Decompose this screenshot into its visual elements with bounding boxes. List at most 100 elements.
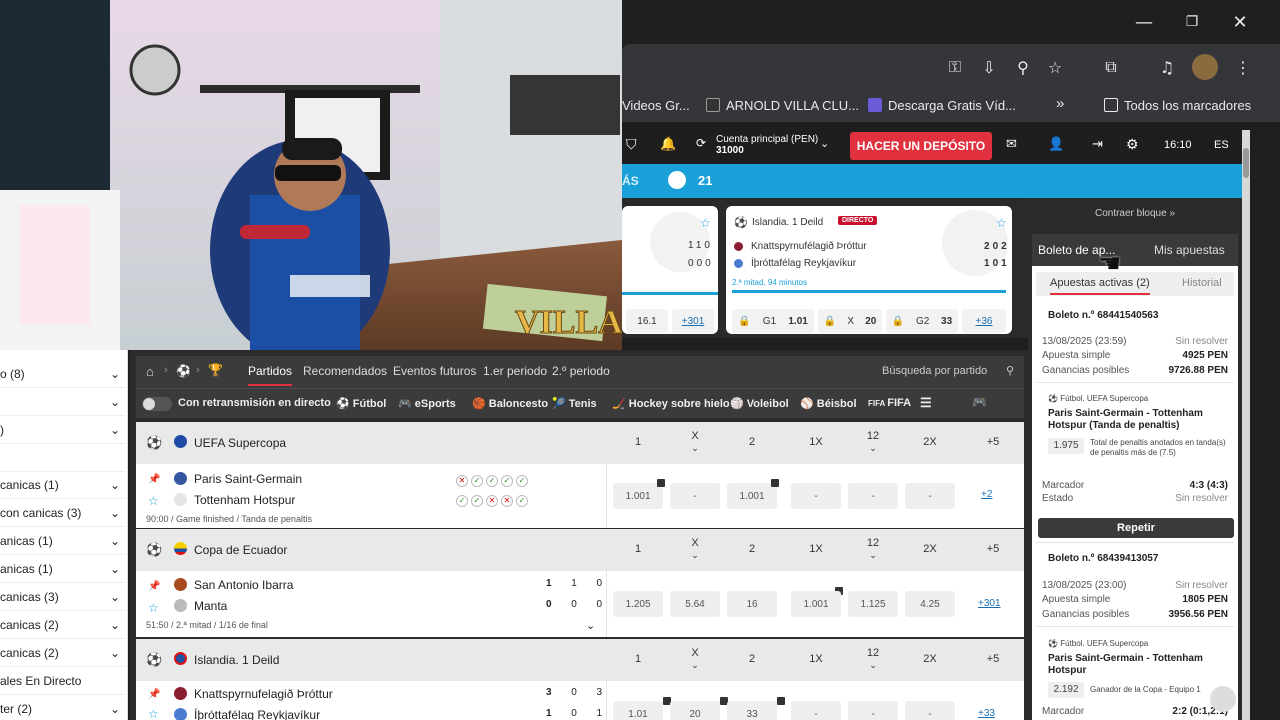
install-app-icon[interactable]: ⇩ — [978, 56, 1000, 78]
sidebar-item[interactable]: o (8) ⌄ — [0, 360, 128, 388]
chevron-down-icon[interactable]: ⌄ — [110, 590, 120, 604]
collapse-block-button[interactable]: Contraer bloque » — [1028, 208, 1242, 219]
odd-button[interactable]: 16.1 — [626, 309, 668, 333]
match-card[interactable]: ⚽ Islandia. 1 Deild DIRECTO ☆ Knattspyrn… — [726, 206, 1012, 334]
tab-active-bets[interactable]: Apuestas activas (2) — [1050, 277, 1150, 295]
pin-icon[interactable]: 📌 — [148, 474, 160, 485]
favorite-star-icon[interactable]: ☆ — [148, 601, 159, 615]
sidebar-item[interactable]: anicas (1) ⌄ — [0, 527, 128, 555]
match-row[interactable]: 📌 ☆ Knattspyrnufelagið Þróttur Íþróttafé… — [136, 681, 1024, 720]
chevron-down-icon[interactable]: ⌄ — [820, 137, 829, 150]
sidebar-item[interactable]: anicas (1) ⌄ — [0, 555, 128, 583]
more-markets-link[interactable]: +2 — [981, 489, 992, 500]
pin-icon[interactable]: 📌 — [148, 689, 160, 700]
refresh-balance-icon[interactable]: ⟳ — [696, 136, 706, 150]
odd-button[interactable]: 🔒 G2 33 — [886, 309, 958, 333]
deposit-button[interactable]: HACER UN DEPÓSITO — [850, 132, 992, 160]
sidebar-item[interactable]: ter (2) ⌄ — [0, 695, 128, 720]
odd-button-1[interactable]: 1.001 — [613, 483, 663, 509]
media-control-icon[interactable]: ♫ — [1156, 56, 1178, 78]
chat-support-button[interactable] — [1210, 686, 1236, 712]
filter-football[interactable]: ⚽ Fútbol — [336, 397, 386, 410]
pin-icon[interactable]: 📌 — [148, 581, 160, 592]
sidebar-item[interactable]: ⌄ — [0, 388, 128, 416]
profile-avatar[interactable] — [1192, 54, 1218, 80]
chevron-down-icon[interactable]: ⌄ — [110, 423, 120, 437]
tab-history[interactable]: Historial — [1182, 277, 1222, 289]
clock-time[interactable]: 16:10 — [1164, 139, 1192, 151]
close-window-button[interactable]: ✕ — [1216, 0, 1264, 44]
gamepad-icon[interactable]: 🎮 — [972, 395, 987, 409]
language-select[interactable]: ES — [1214, 139, 1229, 151]
chevron-down-icon[interactable]: ⌄ — [110, 506, 120, 520]
more-markets-link[interactable]: +36 — [962, 309, 1006, 333]
filter-ice-hockey[interactable]: 🏒 Hockey sobre hielo — [612, 397, 730, 410]
odd-button-2[interactable]: 16 — [727, 591, 777, 617]
page-scrollbar[interactable] — [1242, 130, 1250, 720]
sidebar-item[interactable]: canicas (2) ⌄ — [0, 611, 128, 639]
sidebar-item[interactable]: ) ⌄ — [0, 416, 128, 444]
extensions-icon[interactable]: ⧉ — [1100, 56, 1122, 78]
sidebar-item[interactable]: con canicas (3) ⌄ — [0, 499, 128, 527]
chevron-down-icon[interactable]: ⌄ — [110, 534, 120, 548]
match-search-input[interactable]: Búsqueda por partido ⚲ — [876, 360, 1020, 384]
odd-button[interactable]: 🔒 X 20 — [818, 309, 882, 333]
odd-button-x[interactable]: - — [670, 483, 720, 509]
live-stream-toggle[interactable] — [142, 397, 172, 411]
zoom-icon[interactable]: ⚲ — [1012, 56, 1034, 78]
sidebar-item[interactable]: canicas (3) ⌄ — [0, 583, 128, 611]
odd-button-2x[interactable]: - — [905, 483, 955, 509]
filter-basketball[interactable]: 🏀 Baloncesto — [472, 397, 548, 410]
password-key-icon[interactable]: ⚿ — [944, 56, 966, 78]
more-sports-menu[interactable]: ÁS — [622, 174, 639, 188]
settings-gear-icon[interactable]: ⚙ — [1126, 136, 1139, 153]
scrollbar-thumb[interactable] — [1243, 148, 1249, 178]
odd-button-2x[interactable]: 4.25 — [905, 591, 955, 617]
chevron-down-icon[interactable]: ⌄ — [110, 367, 120, 381]
more-markets-link[interactable]: +33 — [978, 708, 995, 719]
odd-button-2x[interactable]: - — [905, 701, 955, 720]
chevron-down-icon[interactable]: ⌄ — [110, 395, 120, 409]
odd-button-1x[interactable]: - — [791, 483, 841, 509]
more-markets-link[interactable]: +301 — [978, 598, 1001, 609]
account-balance[interactable]: Cuenta principal (PEN) 31000 — [716, 134, 818, 156]
user-icon[interactable]: 👤 — [1048, 136, 1064, 152]
odd-button-1[interactable]: 1.205 — [613, 591, 663, 617]
more-bookmarks-button[interactable]: » — [1056, 95, 1064, 112]
tab-matches[interactable]: Partidos — [248, 364, 293, 386]
odd-button-x[interactable]: 5.64 — [670, 591, 720, 617]
restore-button[interactable]: ❐ — [1168, 0, 1216, 44]
bookmark-star-icon[interactable]: ☆ — [1044, 56, 1066, 78]
chevron-down-icon[interactable]: ⌄ — [110, 646, 120, 660]
league-header[interactable]: ⚽ UEFA Supercopa 1 X ⌄ 2 1X 12 ⌄ 2X +5 — [136, 422, 1024, 464]
odd-button-x[interactable]: 20 — [670, 701, 720, 720]
odd-button[interactable]: 🔒 G1 1.01 — [732, 309, 814, 333]
more-sports-menu-icon[interactable]: ☰ — [920, 395, 932, 411]
bookmark-item[interactable]: ARNOLD VILLA CLU... — [706, 98, 859, 113]
logout-icon[interactable]: ⇥ — [1092, 136, 1103, 152]
filter-baseball[interactable]: ⚾ Béisbol — [800, 397, 857, 410]
tab-first-period[interactable]: 1.er periodo — [483, 364, 547, 378]
notification-bell-icon[interactable]: 🔔 — [660, 136, 676, 152]
odd-button-1x[interactable]: 1.001 — [791, 591, 841, 617]
favorite-star-icon[interactable]: ☆ — [996, 216, 1007, 230]
tab-second-period[interactable]: 2.º periodo — [552, 364, 610, 378]
odd-button-12[interactable]: - — [848, 483, 898, 509]
repeat-bet-button[interactable]: Repetir — [1038, 518, 1234, 538]
filter-tennis[interactable]: 🎾 Tenis — [552, 397, 597, 410]
favorite-star-icon[interactable]: ☆ — [148, 494, 159, 508]
odd-button-12[interactable]: - — [848, 701, 898, 720]
match-row[interactable]: 📌 ☆ Paris Saint-Germain Tottenham Hotspu… — [136, 464, 1024, 528]
favorite-star-icon[interactable]: ☆ — [148, 707, 159, 720]
bookmark-item[interactable]: Videos Gr... — [622, 98, 690, 113]
sidebar-item[interactable]: ales En Directo — [0, 667, 128, 695]
sidebar-item[interactable]: canicas (1) ⌄ — [0, 471, 128, 499]
tab-my-bets[interactable]: Mis apuestas — [1154, 243, 1225, 257]
chevron-down-icon[interactable]: ⌄ — [110, 562, 120, 576]
home-icon[interactable]: ⌂ — [146, 364, 154, 379]
more-markets-link[interactable]: +301 — [672, 309, 714, 333]
shield-icon[interactable]: ⛉ — [626, 136, 637, 153]
menu-dots-icon[interactable]: ⋮ — [1232, 56, 1254, 78]
bookmark-item[interactable]: Descarga Gratis Víd... — [868, 98, 1016, 113]
favorite-star-icon[interactable]: ☆ — [700, 216, 711, 230]
